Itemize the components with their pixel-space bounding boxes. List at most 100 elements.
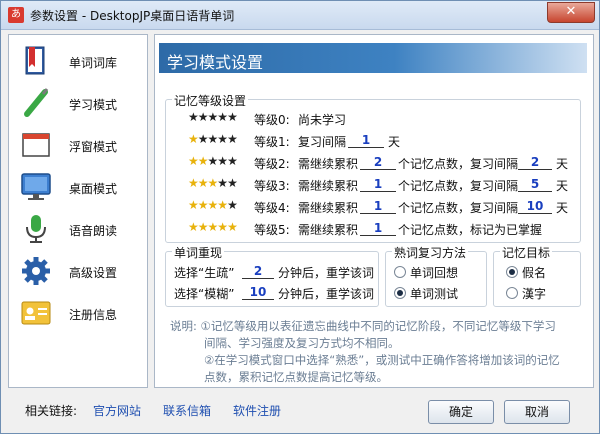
points-interval-label: 个记忆点数，复习间隔 [398, 179, 519, 193]
points-interval-label: 个记忆点数，复习间隔 [398, 201, 519, 215]
official-site-link[interactable]: 官方网站 [93, 402, 141, 419]
level-stars: ★★★★★ [188, 198, 238, 212]
word-repeat-group: 单词重现 选择“生疏” 2 分钟后，重学该词 选择“模糊” 10 分钟后，重学该… [165, 244, 379, 307]
target-kana-label: 假名 [522, 266, 547, 280]
contact-email-link[interactable]: 联系信箱 [163, 402, 211, 419]
memory-points-input[interactable]: 1 [360, 177, 396, 192]
review-interval-input[interactable]: 5 [518, 177, 552, 192]
gold-star-icon: ★ [227, 220, 238, 234]
mastered-label: 个记忆点数，标记为已掌握 [398, 223, 543, 237]
black-star-icon: ★ [227, 154, 238, 168]
black-star-icon: ★ [217, 110, 228, 124]
app-icon: あ [8, 7, 24, 23]
vague-label: 选择“模糊” [174, 287, 235, 301]
related-links-label: 相关链接: [25, 404, 78, 418]
sidebar-item-advanced-settings[interactable]: 高级设置 [9, 251, 147, 291]
unfamiliar-label: 选择“生疏” [174, 266, 235, 280]
unit-label: 天 [556, 201, 569, 215]
black-star-icon: ★ [227, 132, 238, 146]
review-interval-input[interactable]: 10 [518, 199, 552, 214]
memory-points-input[interactable]: 1 [360, 221, 396, 236]
cancel-button[interactable]: 取消 [504, 400, 570, 424]
microphone-icon [26, 215, 46, 243]
help-note: 说明: ①记忆等级用以表征遗忘曲线中不同的记忆阶段，不同记忆等级下学习 间隔、学… [170, 318, 580, 386]
level-label: 等级0: [254, 113, 290, 127]
unit-label: 天 [388, 135, 401, 149]
sidebar-item-label: 单词词库 [69, 56, 118, 70]
gold-star-icon: ★ [188, 154, 199, 168]
sidebar-item-label: 语音朗读 [69, 224, 118, 238]
accumulate-label: 需继续累积 [298, 201, 359, 215]
sidebar-item-registration-info[interactable]: 注册信息 [9, 293, 147, 333]
gold-star-icon: ★ [217, 220, 228, 234]
gold-star-icon: ★ [188, 220, 199, 234]
black-star-icon: ★ [227, 198, 238, 212]
review-recall-radio[interactable] [394, 266, 406, 278]
ok-button[interactable]: 确定 [428, 400, 494, 424]
accumulate-label: 需继续累积 [298, 157, 359, 171]
black-star-icon: ★ [207, 154, 219, 168]
window-icon [22, 133, 50, 157]
gold-star-icon: ★ [207, 198, 219, 212]
level-label: 等级2: [254, 157, 290, 171]
sidebar-item-voice-reading[interactable]: 语音朗读 [9, 209, 147, 249]
note-line: 说明: ①记忆等级用以表征遗忘曲线中不同的记忆阶段，不同记忆等级下学习 [170, 319, 556, 333]
review-interval-input[interactable]: 2 [518, 155, 552, 170]
sidebar-item-desktop-mode[interactable]: 桌面模式 [9, 167, 147, 207]
sidebar-item-label: 注册信息 [69, 308, 118, 322]
level-label: 等级5: [254, 223, 290, 237]
brush-icon [24, 88, 49, 117]
level-label: 等级3: [254, 179, 290, 193]
target-kanji-label: 漢字 [522, 287, 547, 301]
black-star-icon: ★ [217, 154, 228, 168]
software-registration-link[interactable]: 软件注册 [233, 402, 281, 419]
sidebar-item-study-mode[interactable]: 学习模式 [9, 83, 147, 123]
unit-label: 天 [556, 157, 569, 171]
level-description: 尚未学习 [298, 113, 347, 127]
review-test-radio[interactable] [394, 287, 406, 299]
sidebar-item-float-mode[interactable]: 浮窗模式 [9, 125, 147, 165]
review-method-group: 熟词复习方法 单词回想 单词测试 [385, 244, 487, 307]
gold-star-icon: ★ [188, 132, 199, 146]
black-star-icon: ★ [207, 132, 219, 146]
level-stars: ★★★★★ [188, 132, 238, 146]
title-bar: あ 参数设置 - DesktopJP桌面日语背单词 ✕ [1, 1, 599, 30]
gold-star-icon: ★ [207, 220, 219, 234]
vague-minutes-input[interactable]: 10 [242, 285, 274, 300]
target-kanji-radio[interactable] [506, 287, 518, 299]
accumulate-label: 需继续累积 [298, 223, 359, 237]
window-title: 参数设置 - DesktopJP桌面日语背单词 [30, 9, 235, 23]
black-star-icon: ★ [197, 110, 209, 124]
close-button[interactable]: ✕ [547, 2, 595, 23]
group-title: 记忆目标 [500, 244, 553, 261]
relearn-label: 分钟后，重学该词 [278, 287, 375, 301]
review-interval-input[interactable]: 1 [348, 133, 384, 148]
black-star-icon: ★ [227, 110, 238, 124]
memory-points-input[interactable]: 2 [360, 155, 396, 170]
level-stars: ★★★★★ [188, 220, 238, 234]
group-title: 记忆等级设置 [172, 92, 249, 109]
unfamiliar-minutes-input[interactable]: 2 [242, 264, 274, 279]
level-stars: ★★★★★ [188, 110, 238, 124]
review-interval-label: 复习间隔 [298, 135, 347, 149]
gear-icon [22, 257, 50, 285]
gold-star-icon: ★ [217, 198, 228, 212]
gold-star-icon: ★ [188, 176, 199, 190]
gold-star-icon: ★ [197, 220, 209, 234]
memory-level-group: 记忆等级设置 ★★★★★ 等级0: 尚未学习 ★★★★★ 等级1: 复习间隔 1… [165, 92, 581, 243]
note-line: 点数，累积记忆点数提高记忆等级。 [204, 370, 388, 384]
gold-star-icon: ★ [197, 198, 209, 212]
note-line: ②在学习模式窗口中选择“熟悉”，或测试中正确作答将增加该词的记忆 [204, 353, 560, 367]
book-icon [25, 46, 45, 75]
id-card-icon [21, 301, 51, 325]
points-interval-label: 个记忆点数，复习间隔 [398, 157, 519, 171]
target-kana-radio[interactable] [506, 266, 518, 278]
sidebar-item-label: 高级设置 [69, 266, 118, 280]
memory-points-input[interactable]: 1 [360, 199, 396, 214]
level-stars: ★★★★★ [188, 176, 238, 190]
black-star-icon: ★ [217, 176, 228, 190]
sidebar-item-word-library[interactable]: 单词词库 [9, 41, 147, 81]
gold-star-icon: ★ [197, 176, 209, 190]
sidebar-item-label: 浮窗模式 [69, 140, 118, 154]
page-title: 学习模式设置 [167, 53, 264, 72]
